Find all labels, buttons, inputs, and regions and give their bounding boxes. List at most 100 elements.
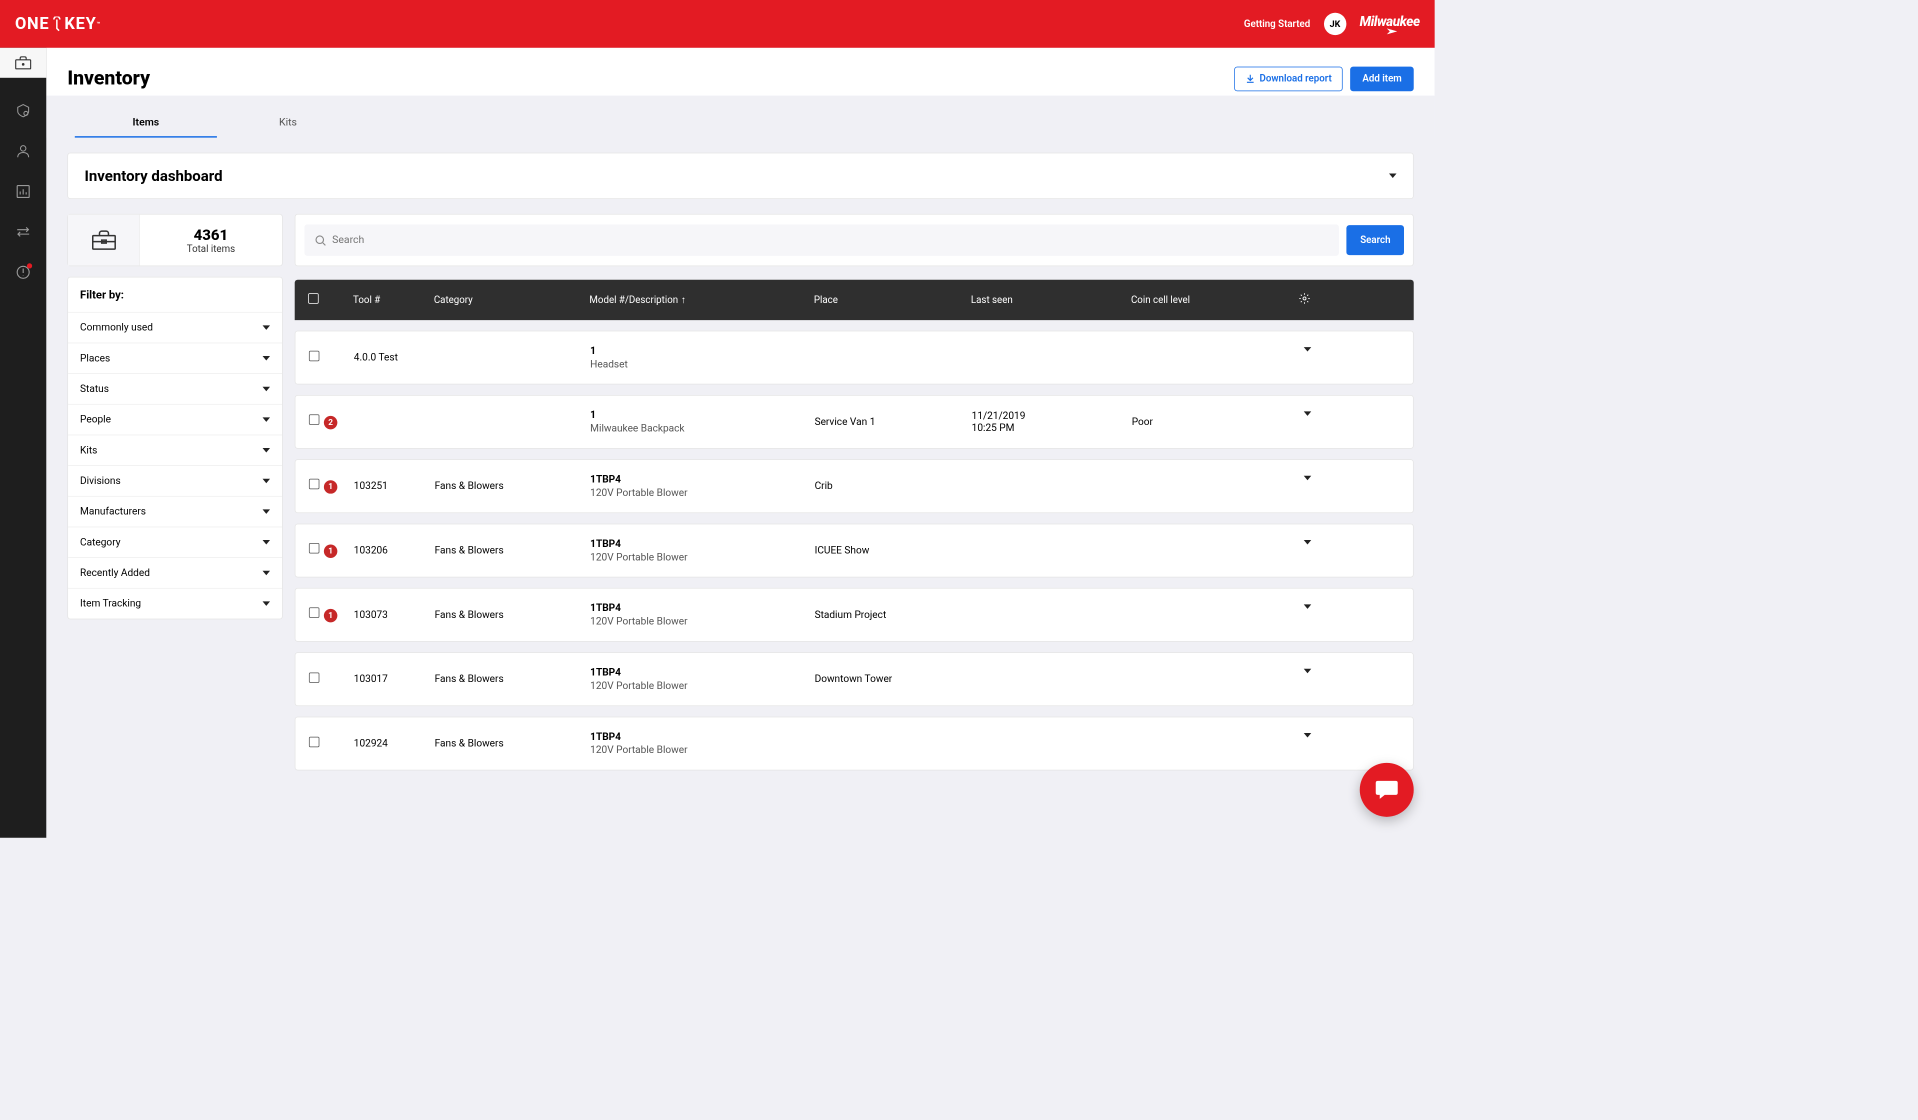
- row-menu-icon[interactable]: [1304, 476, 1311, 492]
- nav-inventory-icon[interactable]: [0, 48, 46, 78]
- filter-item-label: Divisions: [80, 475, 121, 487]
- table-row[interactable]: 2 1Milwaukee Backpack Service Van 1 11/2…: [295, 395, 1414, 449]
- filter-item-label: Manufacturers: [80, 506, 146, 518]
- filter-item-label: Commonly used: [80, 322, 153, 334]
- cell-model: 1Milwaukee Backpack: [590, 409, 814, 434]
- filter-item[interactable]: Item Tracking: [68, 589, 282, 619]
- gear-icon[interactable]: [1299, 292, 1311, 304]
- filter-item[interactable]: Status: [68, 374, 282, 405]
- chat-button[interactable]: [1360, 763, 1414, 817]
- filter-item-label: Item Tracking: [80, 598, 141, 610]
- search-row: Search: [295, 214, 1414, 266]
- row-menu-icon[interactable]: [1304, 669, 1311, 685]
- chevron-down-icon: [263, 509, 270, 513]
- cell-category: Fans & Blowers: [435, 545, 591, 557]
- nav-places-icon[interactable]: [16, 103, 31, 118]
- row-checkbox[interactable]: [309, 415, 319, 425]
- chevron-down-icon: [263, 448, 270, 452]
- cell-tool: 103017: [354, 673, 435, 685]
- col-model[interactable]: Model #/Description↑: [589, 294, 813, 306]
- table-row[interactable]: 102924 Fans & Blowers 1TBP4120V Portable…: [295, 717, 1414, 771]
- nav-reports-icon[interactable]: [16, 184, 31, 199]
- search-box[interactable]: [304, 224, 1339, 255]
- getting-started-link[interactable]: Getting Started: [1244, 18, 1310, 29]
- row-checkbox[interactable]: [309, 479, 319, 489]
- cell-category: Fans & Blowers: [435, 673, 591, 685]
- row-menu-icon[interactable]: [1304, 540, 1311, 556]
- total-items-label: Total items: [140, 243, 282, 254]
- row-checkbox[interactable]: [309, 672, 319, 682]
- filter-item[interactable]: Divisions: [68, 466, 282, 497]
- filter-header: Filter by:: [68, 278, 282, 313]
- filter-item-label: Status: [80, 383, 109, 395]
- filter-item-label: Category: [80, 536, 120, 548]
- download-icon: [1245, 74, 1255, 84]
- select-all-checkbox[interactable]: [308, 293, 318, 303]
- cell-tool: 102924: [354, 738, 435, 750]
- download-report-button[interactable]: Download report: [1234, 66, 1343, 91]
- cell-category: Fans & Blowers: [435, 609, 591, 621]
- dashboard-bar[interactable]: Inventory dashboard: [67, 153, 1413, 199]
- cell-tool: 103206: [354, 545, 435, 557]
- dashboard-title: Inventory dashboard: [85, 167, 223, 185]
- col-coin-cell[interactable]: Coin cell level: [1131, 294, 1281, 305]
- cell-coin: Poor: [1132, 416, 1282, 428]
- tab-kits[interactable]: Kits: [217, 109, 359, 137]
- cell-model: 1Headset: [590, 345, 814, 370]
- add-item-button[interactable]: Add item: [1350, 66, 1413, 91]
- row-checkbox[interactable]: [309, 351, 319, 361]
- table-row[interactable]: 1 103073 Fans & Blowers 1TBP4120V Portab…: [295, 588, 1414, 642]
- cell-last-seen: 11/21/201910:25 PM: [972, 410, 1132, 434]
- table-row[interactable]: 4.0.0 Test 1Headset: [295, 331, 1414, 385]
- cell-place: Service Van 1: [815, 416, 972, 428]
- nav-alerts-icon[interactable]: [16, 265, 31, 283]
- row-checkbox[interactable]: [309, 543, 319, 553]
- row-checkbox[interactable]: [309, 608, 319, 618]
- cell-category: Fans & Blowers: [435, 738, 591, 750]
- nav-people-icon[interactable]: [16, 144, 31, 159]
- filter-item[interactable]: Category: [68, 527, 282, 558]
- filter-item[interactable]: People: [68, 405, 282, 436]
- side-nav: [0, 48, 46, 838]
- chevron-down-icon: [263, 479, 270, 483]
- tab-items[interactable]: Items: [75, 109, 217, 137]
- table-row[interactable]: 1 103251 Fans & Blowers 1TBP4120V Portab…: [295, 459, 1414, 513]
- row-menu-icon[interactable]: [1304, 604, 1311, 620]
- table-row[interactable]: 103017 Fans & Blowers 1TBP4120V Portable…: [295, 652, 1414, 706]
- cell-tool: 103251: [354, 480, 435, 492]
- filter-item[interactable]: Places: [68, 343, 282, 374]
- table-row[interactable]: 1 103206 Fans & Blowers 1TBP4120V Portab…: [295, 524, 1414, 578]
- row-menu-icon[interactable]: [1304, 411, 1311, 427]
- filter-item[interactable]: Kits: [68, 435, 282, 466]
- row-menu-icon[interactable]: [1304, 347, 1311, 363]
- filter-item[interactable]: Commonly used: [68, 313, 282, 344]
- col-place[interactable]: Place: [814, 294, 971, 305]
- chevron-down-icon: [263, 571, 270, 575]
- total-items-count: 4361: [140, 226, 282, 244]
- row-checkbox[interactable]: [309, 737, 319, 747]
- nav-transfers-icon[interactable]: [16, 224, 31, 239]
- cell-tool: 4.0.0 Test: [354, 352, 435, 364]
- col-last-seen[interactable]: Last seen: [971, 294, 1131, 305]
- top-bar: ONE KEY™ Getting Started JK Milwaukee: [0, 0, 1435, 48]
- cell-model: 1TBP4120V Portable Blower: [590, 473, 814, 498]
- search-input[interactable]: [332, 234, 1329, 246]
- alert-badge: 2: [324, 416, 337, 429]
- chevron-down-icon: [263, 387, 270, 391]
- filter-item[interactable]: Recently Added: [68, 558, 282, 589]
- filter-panel: Filter by: Commonly used Places Status Peop…: [67, 277, 282, 620]
- cell-model: 1TBP4120V Portable Blower: [590, 731, 814, 756]
- cell-model: 1TBP4120V Portable Blower: [590, 602, 814, 627]
- cell-model: 1TBP4120V Portable Blower: [590, 538, 814, 563]
- cell-place: Downtown Tower: [815, 673, 972, 685]
- cell-model: 1TBP4120V Portable Blower: [590, 666, 814, 691]
- cell-place: Crib: [815, 480, 972, 492]
- search-button[interactable]: Search: [1347, 225, 1404, 255]
- chevron-down-icon: [1389, 174, 1396, 178]
- filter-item[interactable]: Manufacturers: [68, 497, 282, 528]
- col-tool[interactable]: Tool #: [353, 294, 434, 305]
- avatar[interactable]: JK: [1324, 13, 1346, 35]
- col-category[interactable]: Category: [434, 294, 590, 305]
- chevron-down-icon: [263, 540, 270, 544]
- row-menu-icon[interactable]: [1304, 733, 1311, 749]
